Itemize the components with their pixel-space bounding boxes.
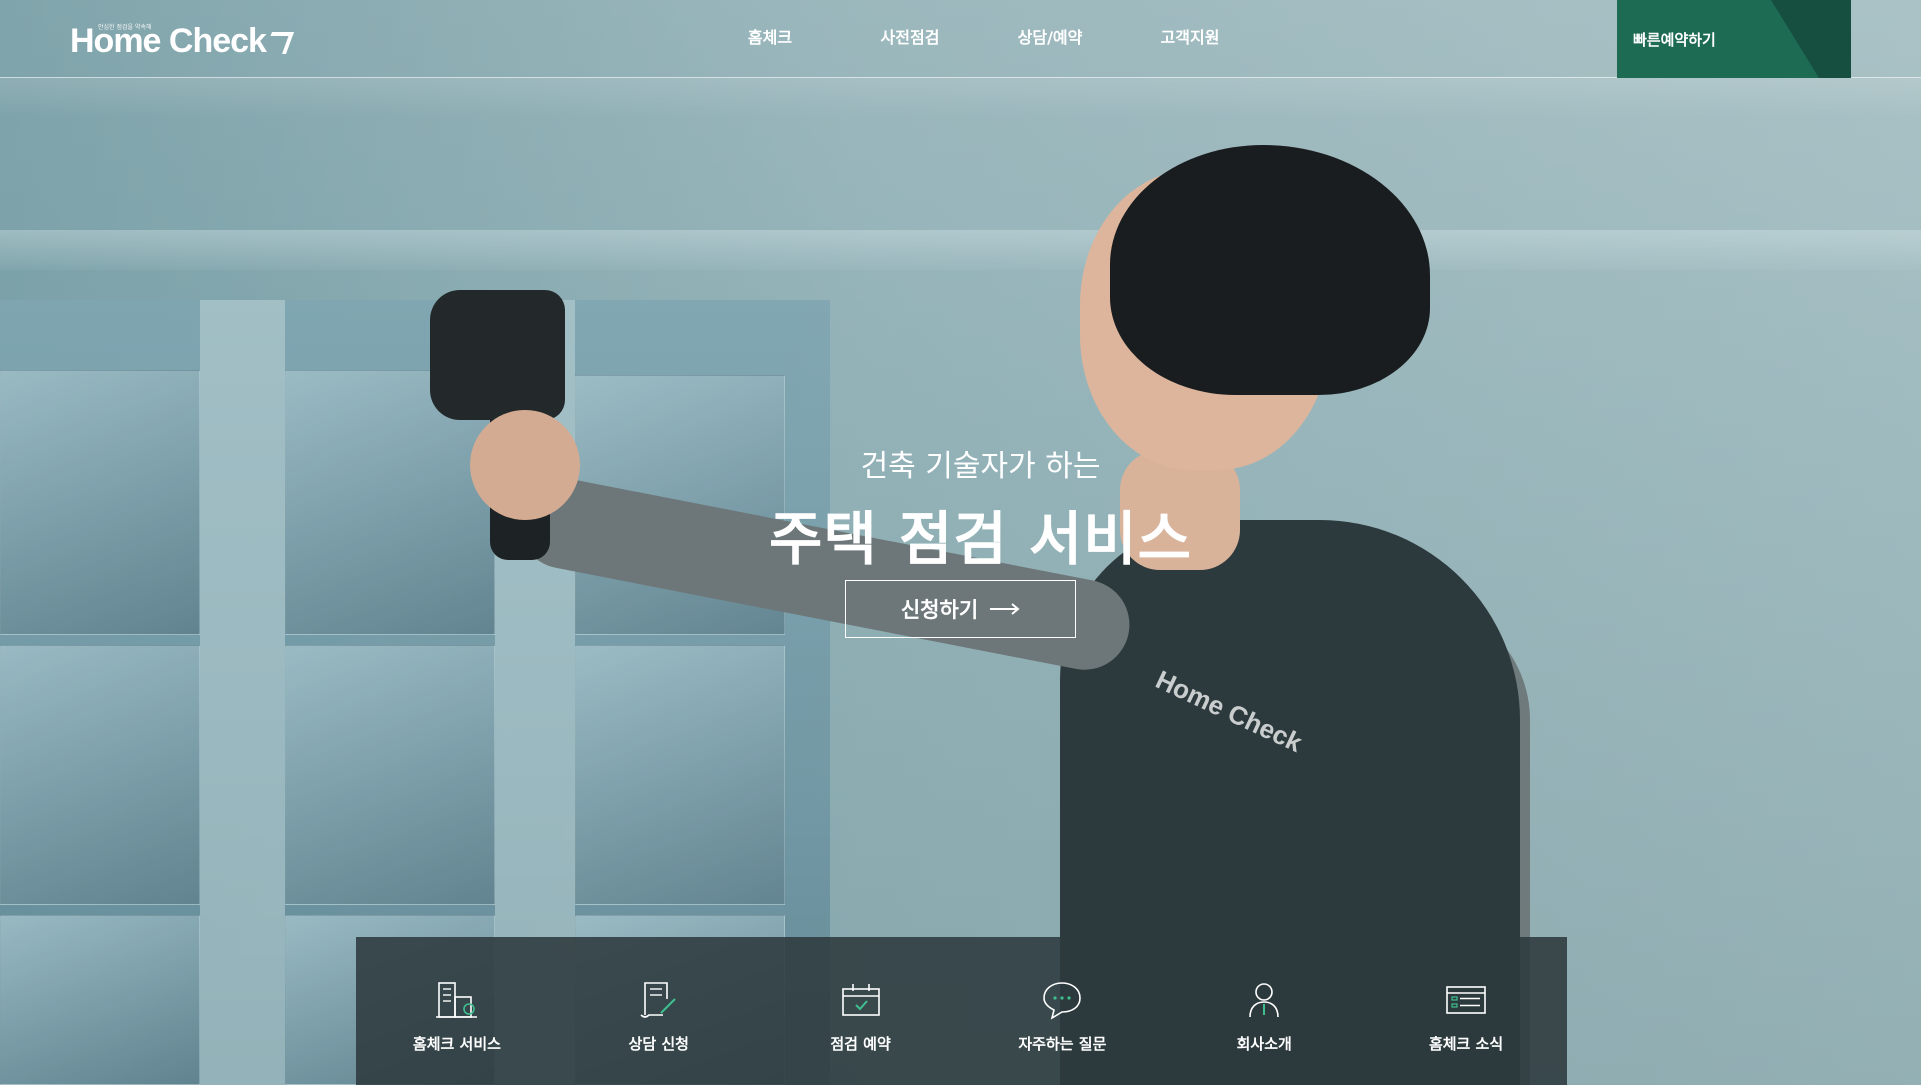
site-header: Home Check 안심한 점검을 약속해 홈체크 사전점검 상담/예약 고객… [0, 0, 1921, 78]
window-pane [0, 915, 200, 1085]
hero-title: 주택 점검 서비스 [769, 505, 1192, 573]
quick-menu-company-intro[interactable]: 회사소개 [1163, 937, 1365, 1085]
thermal-camera [430, 290, 565, 420]
window-pane [0, 645, 200, 905]
building-icon [435, 982, 477, 1018]
quick-menu-bar: 홈체크 서비스 상담 신청 점검 예약 자주하는 질문 회사소개 홈체크 소식 [356, 937, 1567, 1085]
quick-reservation-button[interactable]: 빠른예약하기 [1617, 0, 1851, 78]
hero-subtitle: 건축 기술자가 하는 [860, 449, 1101, 484]
calendar-check-icon [841, 984, 880, 1016]
main-nav: 홈체크 사전점검 상담/예약 고객지원 [700, 24, 1260, 48]
window-pane [575, 645, 785, 905]
speech-bubble-icon [1043, 982, 1082, 1020]
button-accent-shape [1771, 0, 1851, 78]
apply-button[interactable]: 신청하기 [845, 580, 1076, 638]
wall-ledge [0, 230, 1921, 270]
quick-menu-homecheck-news[interactable]: 홈체크 소식 [1365, 937, 1567, 1085]
logo-tagline: 안심한 점검을 약속해 [98, 24, 152, 31]
quick-reservation-label: 빠른예약하기 [1633, 31, 1716, 49]
quick-menu-consult-request[interactable]: 상담 신청 [558, 937, 760, 1085]
quick-menu-label: 상담 신청 [628, 1035, 689, 1053]
quick-menu-homecheck-service[interactable]: 홈체크 서비스 [356, 937, 558, 1085]
window-pane [285, 645, 495, 905]
window-mullion [200, 300, 285, 1085]
quick-menu-inspection-reservation[interactable]: 점검 예약 [760, 937, 962, 1085]
quick-menu-label: 홈체크 소식 [1428, 1035, 1504, 1053]
person-hair [1110, 145, 1430, 395]
person-icon [1249, 983, 1280, 1018]
nav-item-customer-support[interactable]: 고객지원 [1120, 24, 1260, 48]
document-pen-icon [640, 982, 676, 1018]
quick-menu-label: 점검 예약 [830, 1035, 891, 1053]
quick-menu-label: 자주하는 질문 [1018, 1035, 1107, 1053]
nav-item-consult-reservation[interactable]: 상담/예약 [980, 24, 1120, 48]
nav-item-pre-inspection[interactable]: 사전점검 [840, 24, 980, 48]
arrow-right-icon [990, 603, 1020, 615]
news-list-icon [1446, 986, 1486, 1014]
quick-menu-label: 회사소개 [1236, 1035, 1292, 1053]
logo-check-icon [263, 32, 294, 54]
nav-item-homecheck[interactable]: 홈체크 [700, 24, 840, 48]
apply-button-label: 신청하기 [900, 598, 979, 622]
hero-background: Home Check Home Check 안심한 점검을 약속해 홈체크 사전… [0, 0, 1921, 1085]
quick-menu-faq[interactable]: 자주하는 질문 [961, 937, 1163, 1085]
ceiling-band [0, 78, 1921, 118]
quick-menu-label: 홈체크 서비스 [412, 1035, 501, 1053]
